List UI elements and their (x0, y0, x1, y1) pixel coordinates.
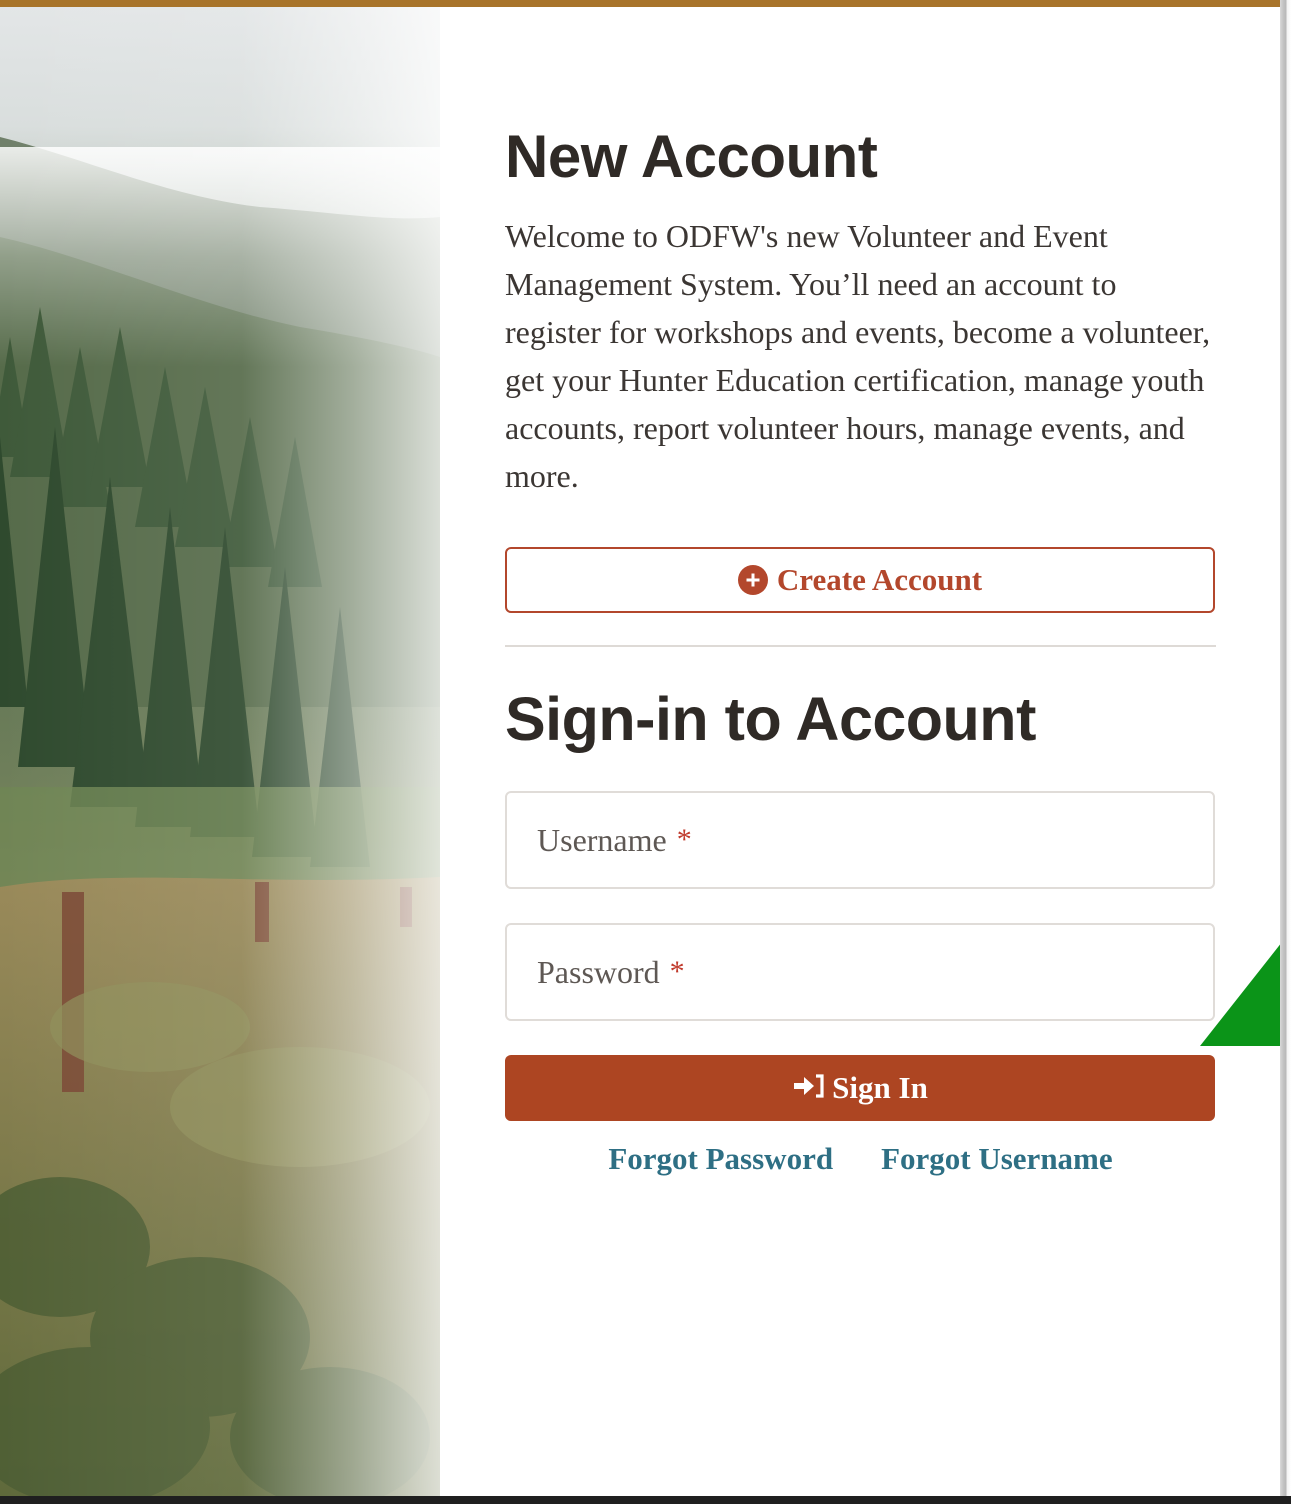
forest-hero-image (0, 7, 440, 1496)
sign-in-label: Sign In (832, 1070, 928, 1105)
sign-in-icon (792, 1072, 826, 1105)
password-label: Password (537, 953, 660, 990)
section-divider (505, 645, 1216, 647)
top-accent-bar (0, 0, 1280, 7)
forgot-username-link[interactable]: Forgot Username (881, 1141, 1113, 1185)
sign-in-heading: Sign-in to Account (505, 685, 1036, 753)
create-account-label: Create Account (776, 562, 983, 597)
new-account-heading: New Account (505, 123, 878, 190)
password-input[interactable]: Password * (505, 923, 1215, 1021)
forgot-links: Forgot Password Forgot Username (505, 1141, 1216, 1185)
required-marker: * (676, 823, 692, 856)
create-account-button[interactable]: Create Account (505, 547, 1215, 613)
window-scrollbar-edge (1280, 0, 1291, 1504)
sign-in-button[interactable]: Sign In (505, 1055, 1215, 1121)
forgot-password-link[interactable]: Forgot Password (608, 1141, 833, 1185)
required-marker: * (669, 955, 685, 988)
window-bottom-edge (0, 1496, 1291, 1504)
username-label: Username (537, 821, 667, 858)
plus-circle-icon (737, 565, 768, 595)
green-triangle-marker (1200, 942, 1291, 1046)
welcome-text: Welcome to ODFW's new Volunteer and Even… (505, 218, 1211, 494)
username-input[interactable]: Username * (505, 791, 1215, 889)
